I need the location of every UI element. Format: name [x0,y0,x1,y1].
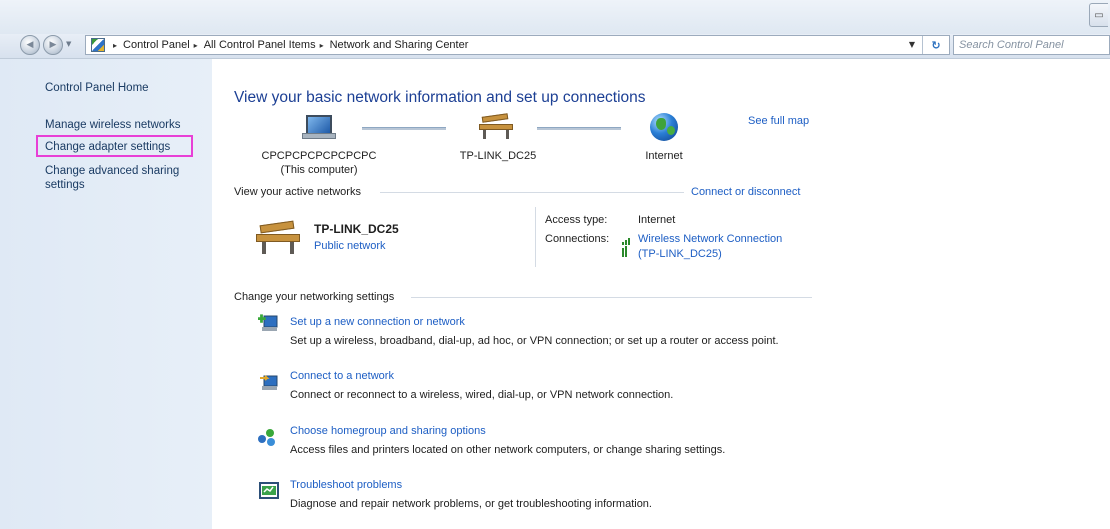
divider [535,207,536,267]
navigation-bar: ◀ ▶ ▼ ▸ Control Panel ▸ All Control Pane… [0,34,1110,59]
sidebar-item-manage-wireless[interactable]: Manage wireless networks [45,118,181,132]
access-type-label: Access type: [545,214,608,226]
wireless-connection-link-ssid[interactable]: (TP-LINK_DC25) [638,248,722,260]
homegroup-sharing-description: Access files and printers located on oth… [290,444,726,456]
breadcrumb-chevron-icon[interactable]: ▸ [320,41,324,50]
recent-pages-dropdown-icon[interactable]: ▼ [66,40,71,48]
address-dropdown-icon[interactable]: ▼ [909,40,915,49]
map-internet-label: Internet [645,150,683,162]
see-full-map-link[interactable]: See full map [748,115,809,127]
active-network-name: TP-LINK_DC25 [314,222,399,236]
back-button[interactable]: ◀ [20,35,40,55]
bench-network-icon [479,112,513,140]
homegroup-sharing-link[interactable]: Choose homegroup and sharing options [290,425,486,437]
signal-strength-icon [622,233,636,257]
forward-button[interactable]: ▶ [43,35,63,55]
setup-new-connection-link[interactable]: Set up a new connection or network [290,316,465,328]
control-panel-icon [91,38,105,52]
troubleshoot-icon [258,480,280,502]
connections-label: Connections: [545,233,610,245]
homegroup-icon [256,426,278,448]
troubleshoot-description: Diagnose and repair network problems, or… [290,498,652,510]
sidebar-item-change-adapter-settings[interactable]: Change adapter settings [36,135,193,157]
setup-new-connection-description: Set up a wireless, broadband, dial-up, a… [290,335,779,347]
wireless-connection-link[interactable]: Wireless Network Connection [638,233,782,245]
sidebar-item-advanced-sharing[interactable]: Change advanced sharing settings [45,164,195,192]
connect-to-network-link[interactable]: Connect to a network [290,370,394,382]
computer-subtitle: (This computer) [280,164,358,176]
active-networks-heading: View your active networks [234,186,361,198]
address-bar[interactable]: ▸ Control Panel ▸ All Control Panel Item… [85,35,950,55]
breadcrumb-network-sharing-center[interactable]: Network and Sharing Center [330,39,469,51]
connection-line [537,127,621,130]
troubleshoot-link[interactable]: Troubleshoot problems [290,479,402,491]
new-connection-icon [257,313,280,335]
globe-internet-icon [650,113,678,141]
access-type-value: Internet [638,214,676,226]
breadcrumb-control-panel[interactable]: Control Panel [123,39,190,51]
computer-icon [302,115,336,141]
window-minimize-button[interactable]: ▭ [1089,3,1108,27]
divider [411,297,812,298]
bench-network-icon [256,219,300,255]
refresh-icon[interactable]: ↻ [922,36,949,54]
network-location-link[interactable]: Public network [314,240,386,252]
breadcrumb-chevron-icon[interactable]: ▸ [113,41,117,50]
connect-network-icon [258,372,280,394]
breadcrumb-all-items[interactable]: All Control Panel Items [204,39,316,51]
connect-or-disconnect-link[interactable]: Connect or disconnect [691,186,800,198]
map-network-name: TP-LINK_DC25 [459,150,537,162]
main-content: View your basic network information and … [212,59,1110,529]
settings-heading: Change your networking settings [234,291,395,303]
computer-name: CPCPCPCPCPCPCPC [261,150,377,162]
connection-line [362,127,446,130]
sidebar-item-control-panel-home[interactable]: Control Panel Home [45,81,149,95]
breadcrumb-chevron-icon[interactable]: ▸ [194,41,198,50]
connect-to-network-description: Connect or reconnect to a wireless, wire… [290,389,674,401]
divider [380,192,684,193]
search-input[interactable]: Search Control Panel [953,35,1110,55]
title-bar: ▭ [0,0,1110,34]
sidebar: Control Panel Home Manage wireless netwo… [0,59,212,529]
page-title: View your basic network information and … [234,89,646,106]
